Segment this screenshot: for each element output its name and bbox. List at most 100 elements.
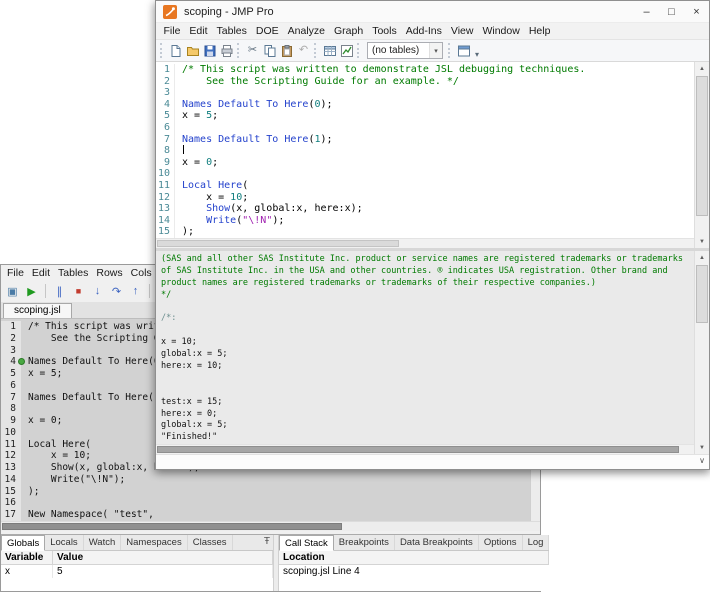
pause-icon[interactable]: ∥: [50, 282, 69, 300]
script-editor[interactable]: 1/* This script was written to demonstra…: [156, 62, 694, 238]
panel-tab[interactable]: Log: [523, 535, 550, 550]
menu-item[interactable]: Tables: [54, 267, 92, 279]
menu-item[interactable]: Tables: [212, 25, 251, 37]
code-segment: /* This script was written to demonstrat…: [182, 64, 585, 75]
code-text: x = 10;: [21, 450, 91, 462]
menu-item[interactable]: Edit: [185, 25, 212, 37]
log-vertical-scrollbar[interactable]: ▲ ▼: [694, 251, 709, 454]
print-icon[interactable]: [218, 42, 235, 60]
scroll-up-arrow[interactable]: ▲: [695, 251, 709, 264]
panel-tab[interactable]: Options: [479, 535, 523, 550]
new-script-icon[interactable]: [167, 42, 184, 60]
line-number: 15: [1, 486, 21, 498]
save-icon[interactable]: [201, 42, 218, 60]
menu-item[interactable]: Tools: [368, 25, 402, 37]
menu-item[interactable]: File: [3, 267, 28, 279]
toolbar-grip[interactable]: [357, 43, 361, 58]
tab-scoping-jsl[interactable]: scoping.jsl: [3, 303, 72, 318]
cut-icon[interactable]: ✂: [244, 42, 261, 60]
new-window-icon[interactable]: [455, 42, 472, 60]
panel-tab[interactable]: Watch: [84, 535, 122, 550]
table-row[interactable]: scoping.jsl Line 4: [279, 565, 549, 578]
column-header[interactable]: Location: [279, 551, 549, 564]
line-number: 10: [1, 427, 21, 439]
callstack-table-body: [279, 578, 549, 591]
tables-dropdown[interactable]: (no tables) ▾: [367, 42, 443, 59]
log-line: global:x = 5;: [161, 420, 694, 432]
editor-line: 9x = 0;: [156, 157, 694, 169]
log-line: global:x = 5;: [161, 349, 694, 361]
column-header[interactable]: Variable: [1, 551, 53, 564]
panel-tab[interactable]: Call Stack: [279, 535, 334, 551]
debugger-horizontal-scrollbar[interactable]: [1, 521, 540, 531]
scroll-down-arrow[interactable]: ▼: [695, 235, 709, 248]
code-text: [175, 87, 182, 99]
toolbar-grip[interactable]: [314, 43, 318, 58]
stop-icon[interactable]: ■: [69, 282, 88, 300]
menu-item[interactable]: Edit: [28, 267, 54, 279]
menu-item[interactable]: View: [446, 25, 478, 37]
scrollbar-thumb[interactable]: [157, 446, 679, 453]
menu-item[interactable]: Help: [524, 25, 555, 37]
panel-tab[interactable]: Globals: [1, 535, 45, 551]
log-line: product names are registered trademarks …: [161, 278, 694, 290]
scrollbar-thumb[interactable]: [2, 523, 342, 530]
line-number: 7: [1, 392, 21, 404]
code-segment: See the Scripting Guide for an example. …: [182, 76, 459, 87]
toolbar-grip[interactable]: [160, 43, 164, 58]
graph-icon[interactable]: [338, 42, 355, 60]
chevron-down-icon[interactable]: ∨: [699, 456, 705, 465]
minimize-button[interactable]: –: [634, 1, 659, 22]
line-number: 3: [156, 87, 175, 99]
debugger-panels: Ŧ GlobalsLocalsWatchNamespacesClasses Va…: [1, 534, 540, 591]
menu-item[interactable]: Graph: [330, 25, 368, 37]
toolbar-grip[interactable]: [448, 43, 452, 58]
paste-icon[interactable]: [278, 42, 295, 60]
code-segment: Write: [206, 215, 236, 226]
log-horizontal-scrollbar[interactable]: [156, 444, 694, 454]
code-text: );: [21, 486, 39, 498]
log-line: [161, 302, 694, 314]
menu-item[interactable]: Analyze: [283, 25, 329, 37]
menu-item[interactable]: Add-Ins: [401, 25, 446, 37]
copy-icon[interactable]: [261, 42, 278, 60]
editor-vertical-scrollbar[interactable]: ▲ ▼: [694, 62, 709, 248]
menu-item[interactable]: File: [159, 25, 185, 37]
step-over-icon[interactable]: ↷: [107, 282, 126, 300]
log-pane[interactable]: (SAS and all other SAS Institute Inc. pr…: [156, 251, 694, 444]
panel-tab[interactable]: Breakpoints: [334, 535, 395, 550]
variables-panel-tabs: Ŧ GlobalsLocalsWatchNamespacesClasses: [1, 535, 273, 551]
step-out-icon[interactable]: ↑: [126, 282, 145, 300]
editor-horizontal-scrollbar[interactable]: [156, 238, 694, 248]
panel-tab[interactable]: Namespaces: [121, 535, 187, 550]
panel-tab[interactable]: Locals: [45, 535, 83, 550]
close-button[interactable]: ×: [684, 1, 709, 22]
menu-item[interactable]: Window: [478, 25, 524, 37]
panel-tab[interactable]: Data Breakpoints: [395, 535, 479, 550]
toolbar-grip[interactable]: [237, 43, 241, 58]
open-icon[interactable]: [184, 42, 201, 60]
menu-item[interactable]: Cols: [127, 267, 156, 279]
log-line: [161, 373, 694, 385]
step-into-icon[interactable]: ↓: [88, 282, 107, 300]
column-header[interactable]: Value: [53, 551, 273, 564]
data-table-icon[interactable]: [321, 42, 338, 60]
toolbar-overflow-icon[interactable]: ▾: [475, 50, 479, 61]
go-icon[interactable]: ▶: [22, 282, 41, 300]
scroll-down-arrow[interactable]: ▼: [695, 441, 709, 454]
table-row[interactable]: x 5: [1, 565, 273, 578]
line-number: 12: [156, 192, 175, 204]
scrollbar-thumb[interactable]: [696, 76, 708, 216]
tables-dropdown-value: (no tables): [368, 45, 429, 56]
scrollbar-thumb[interactable]: [696, 265, 708, 323]
panel-tab[interactable]: Classes: [188, 535, 233, 550]
scrollbar-thumb[interactable]: [157, 240, 399, 247]
pin-icon[interactable]: Ŧ: [264, 536, 270, 547]
scroll-up-arrow[interactable]: ▲: [695, 62, 709, 75]
menu-item[interactable]: DOE: [251, 25, 283, 37]
maximize-button[interactable]: □: [659, 1, 684, 22]
menu-item[interactable]: Rows: [92, 267, 126, 279]
undo-icon[interactable]: ↶: [295, 42, 312, 60]
log-line: /*:: [161, 313, 694, 325]
script-window-icon[interactable]: ▣: [3, 282, 22, 300]
